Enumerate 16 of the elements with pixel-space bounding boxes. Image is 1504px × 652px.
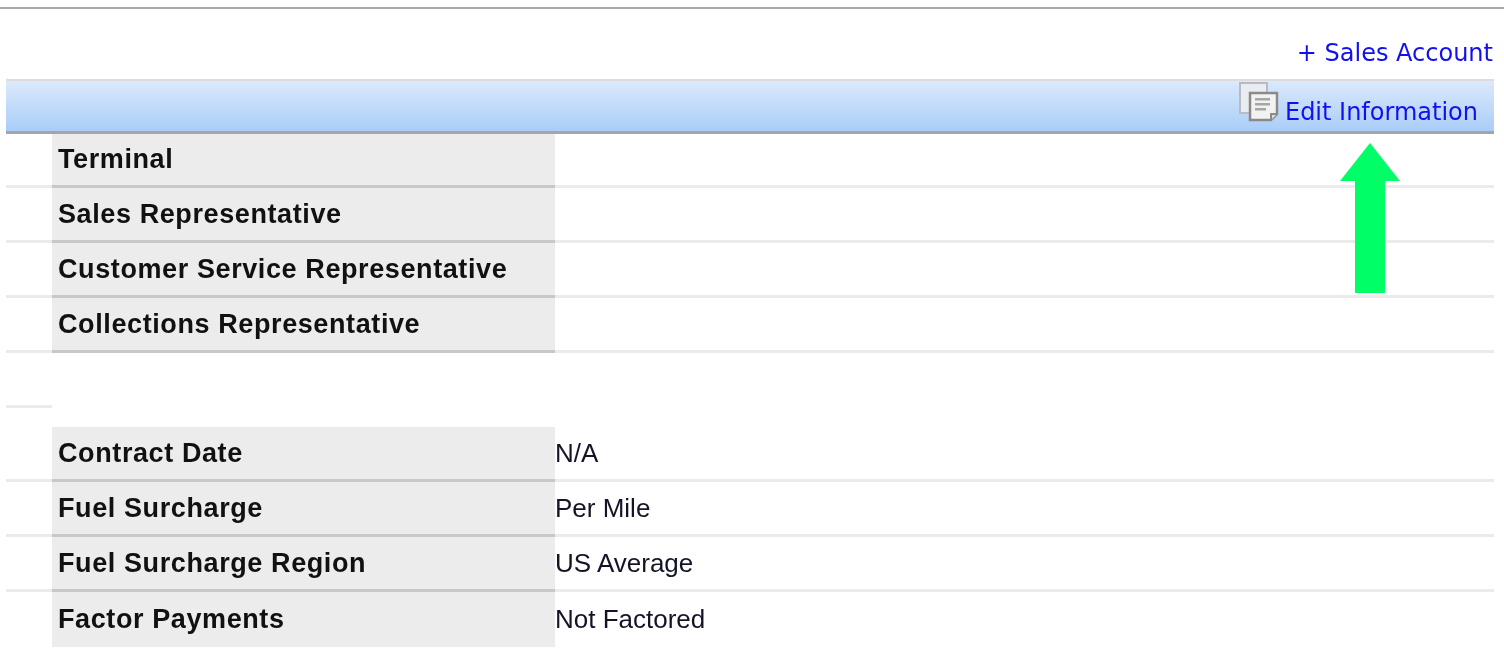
add-sales-account-link[interactable]: + Sales Account: [1296, 39, 1493, 67]
field-value: Per Mile: [555, 492, 651, 524]
field-label: Factor Payments: [52, 592, 555, 647]
field-label: Fuel Surcharge Region: [52, 537, 555, 592]
field-label: Collections Representative: [52, 298, 555, 353]
edit-information-link[interactable]: Edit Information: [1284, 98, 1478, 126]
field-label: Terminal: [52, 134, 555, 188]
documents-icon: [1238, 82, 1279, 122]
field-value: N/A: [555, 437, 599, 469]
field-label: Fuel Surcharge: [52, 482, 555, 537]
field-label: Contract Date: [52, 427, 555, 482]
field-value: Not Factored: [555, 604, 706, 635]
field-label: Sales Representative: [52, 188, 555, 243]
field-label: Customer Service Representative: [52, 243, 555, 298]
field-value: US Average: [555, 547, 694, 579]
up-arrow-icon: [1340, 143, 1400, 293]
